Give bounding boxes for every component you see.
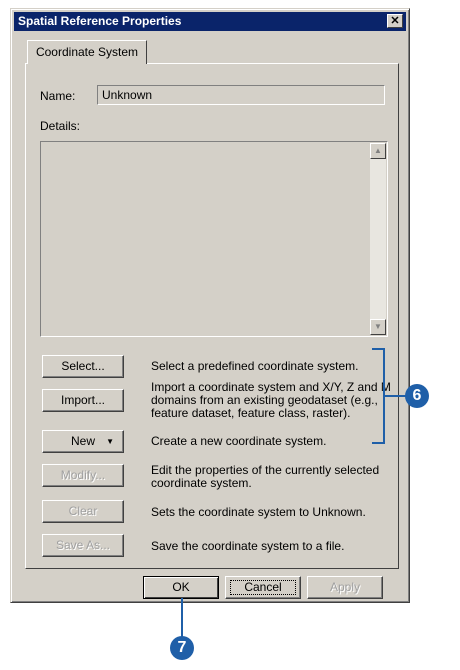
- modify-button[interactable]: Modify...: [42, 464, 124, 487]
- focus-indicator: [230, 580, 296, 595]
- close-icon[interactable]: ✕: [387, 14, 403, 28]
- spatial-reference-dialog: Spatial Reference Properties ✕ Coordinat…: [10, 8, 410, 603]
- new-description: Create a new coordinate system.: [151, 434, 327, 448]
- title-bar[interactable]: Spatial Reference Properties ✕: [14, 12, 406, 31]
- scroll-down-icon[interactable]: ▼: [370, 319, 386, 335]
- callout-6-bracket-top: [372, 348, 385, 350]
- details-scrollbar[interactable]: ▲ ▼: [370, 143, 386, 335]
- new-button-label: New: [70, 434, 95, 448]
- select-description: Select a predefined coordinate system.: [151, 359, 359, 373]
- save-as-description: Save the coordinate system to a file.: [151, 539, 345, 553]
- new-button[interactable]: New ▼: [42, 430, 124, 453]
- apply-button[interactable]: Apply: [307, 576, 383, 599]
- callout-7-leader: [181, 598, 183, 638]
- import-button[interactable]: Import...: [42, 389, 124, 412]
- tab-coordinate-system[interactable]: Coordinate System: [27, 40, 147, 64]
- scroll-up-icon[interactable]: ▲: [370, 143, 386, 159]
- clear-button[interactable]: Clear: [42, 500, 124, 523]
- cancel-button[interactable]: Cancel: [225, 576, 301, 599]
- name-label: Name:: [40, 89, 76, 103]
- dropdown-arrow-icon: ▼: [106, 437, 114, 446]
- select-button[interactable]: Select...: [42, 355, 124, 378]
- import-description: Import a coordinate system and X/Y, Z an…: [151, 380, 391, 420]
- callout-6-badge: 6: [405, 384, 429, 408]
- name-field: Unknown: [97, 85, 385, 105]
- modify-description: Edit the properties of the currently sel…: [151, 463, 380, 490]
- save-as-button[interactable]: Save As...: [42, 534, 124, 557]
- callout-6-bracket-bottom: [372, 442, 385, 444]
- clear-description: Sets the coordinate system to Unknown.: [151, 505, 366, 519]
- ok-button[interactable]: OK: [143, 576, 219, 599]
- callout-7-badge: 7: [170, 636, 194, 660]
- details-label: Details:: [40, 119, 81, 133]
- callout-6-leader: [384, 395, 406, 397]
- window-title: Spatial Reference Properties: [18, 14, 182, 28]
- details-textbox[interactable]: ▲ ▼: [40, 141, 388, 337]
